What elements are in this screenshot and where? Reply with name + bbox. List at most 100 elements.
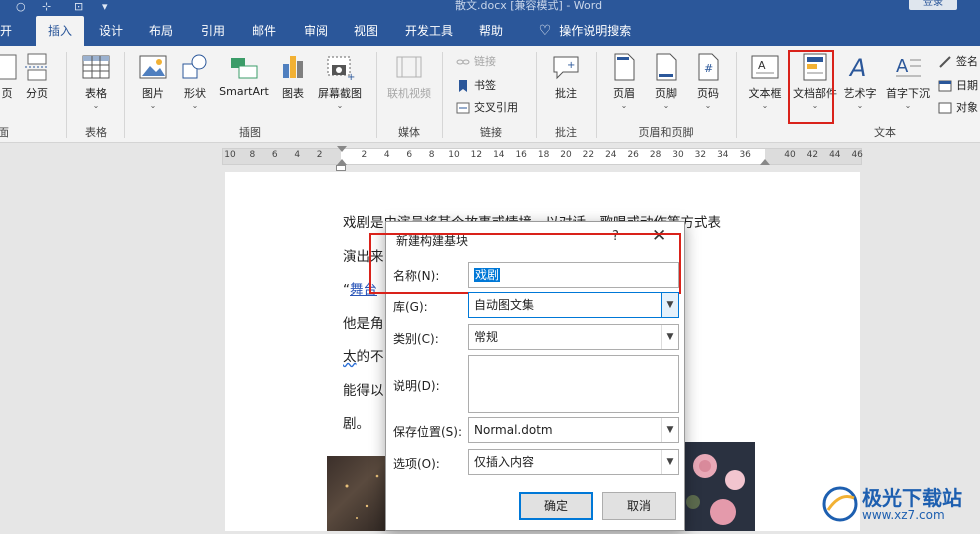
tell-me-label: 操作说明搜索 xyxy=(559,24,632,38)
document-text: “ xyxy=(343,282,350,298)
dropcap-button[interactable]: A 首字下沉 ⌄ xyxy=(882,52,934,111)
ruler-tick-label: 8 xyxy=(428,150,435,160)
object-button[interactable]: 对象 xyxy=(938,98,978,118)
page-number-button[interactable]: # 页码 ⌄ xyxy=(690,52,726,111)
chevron-down-icon[interactable]: ▼ xyxy=(661,325,678,349)
signature-line-button[interactable]: 签名 xyxy=(938,52,978,72)
signature-label: 签名 xyxy=(956,55,978,68)
ok-button[interactable]: 确定 xyxy=(519,492,593,520)
tab-design[interactable]: 设计 xyxy=(90,16,132,46)
title-bar: ○ ⊹ ⊡ ▾ 散文.docx [兼容模式] - Word 登录 xyxy=(0,0,980,16)
photo-left xyxy=(327,456,391,531)
ruler-tick-label: 10 xyxy=(224,150,236,160)
smartart-button[interactable]: SmartArt xyxy=(216,52,272,98)
svg-text:+: + xyxy=(347,72,355,82)
group-separator xyxy=(442,52,443,138)
login-button[interactable]: 登录 xyxy=(909,0,957,10)
category-select[interactable]: 常规 ▼ xyxy=(468,324,679,350)
bookmark-label: 书签 xyxy=(474,79,496,92)
chevron-down-icon: ⌄ xyxy=(336,101,344,110)
shapes-icon xyxy=(180,52,210,82)
left-indent-box[interactable] xyxy=(336,165,346,171)
ruler-tick-label: 44 xyxy=(829,150,841,160)
ruler-tick-label: 24 xyxy=(605,150,617,160)
ruler-tick-label: 12 xyxy=(470,150,483,160)
tab-help[interactable]: 帮助 xyxy=(470,16,512,46)
page-break-button[interactable]: 分页 xyxy=(22,52,52,101)
wordart-label: 艺术字 xyxy=(843,87,877,100)
object-icon xyxy=(938,101,952,114)
svg-text:A: A xyxy=(848,54,866,82)
tab-insert[interactable]: 插入 xyxy=(36,16,84,46)
ruler-tick-label: 34 xyxy=(717,150,729,160)
ruler-tick-label: 32 xyxy=(694,150,707,160)
group-pages-label: 面 xyxy=(0,126,9,139)
group-separator xyxy=(536,52,537,138)
chart-button[interactable]: 图表 xyxy=(276,52,310,101)
chevron-down-icon[interactable]: ▼ xyxy=(661,418,678,442)
textbox-button[interactable]: A 文本框 ⌄ xyxy=(744,52,786,111)
tab-developer[interactable]: 开发工具 xyxy=(398,16,460,46)
shapes-button[interactable]: 形状 ⌄ xyxy=(176,52,214,111)
save-in-label: 保存位置(S): xyxy=(393,425,463,439)
tab-mailings[interactable]: 邮件 xyxy=(243,16,285,46)
customize-toolbar-icon[interactable]: ▾ xyxy=(102,0,108,13)
name-field-highlight xyxy=(369,233,681,294)
calendar-icon xyxy=(938,79,952,92)
print-preview-icon[interactable]: ⊡ xyxy=(74,0,83,13)
watermark-logo-icon xyxy=(822,486,858,522)
page-button[interactable]: 页 xyxy=(0,52,20,101)
description-input[interactable] xyxy=(468,355,679,413)
tab-review[interactable]: 审阅 xyxy=(295,16,337,46)
tell-me-search[interactable]: ♡ 操作说明搜索 xyxy=(530,16,640,46)
tab-home[interactable]: 开始 xyxy=(0,16,22,68)
chevron-down-icon: ⌄ xyxy=(149,101,157,110)
cross-reference-button[interactable]: 交叉引用 xyxy=(456,98,518,118)
tab-layout[interactable]: 布局 xyxy=(140,16,182,46)
page-number-label: 页码 xyxy=(697,87,719,100)
footer-label: 页脚 xyxy=(655,87,677,100)
group-header-footer-label: 页眉和页脚 xyxy=(638,126,694,139)
comment-button[interactable]: + 批注 xyxy=(546,52,586,101)
chevron-down-icon[interactable]: ▼ xyxy=(661,293,678,317)
group-separator xyxy=(124,52,125,138)
touch-mode-icon[interactable]: ⊹ xyxy=(42,0,51,13)
bookmark-button[interactable]: 书签 xyxy=(456,76,496,96)
film-icon xyxy=(394,52,424,82)
horizontal-ruler[interactable]: 10 8 6 4 2 2 4 6 8 10 12 14 16 18 20 22 24 26 28 30 32 34 36 40… xyxy=(222,146,863,165)
description-label: 说明(D): xyxy=(393,379,440,393)
textbox-label: 文本框 xyxy=(748,87,782,100)
table-button[interactable]: 表格 ⌄ xyxy=(76,52,116,111)
page-label: 页 xyxy=(1,87,13,100)
ruler-tick-label: 8 xyxy=(249,150,256,160)
save-in-select[interactable]: Normal.dotm ▼ xyxy=(468,417,679,443)
gallery-select[interactable]: 自动图文集 ▼ xyxy=(468,292,679,318)
ruler-tick-label: 18 xyxy=(537,150,550,160)
options-select[interactable]: 仅插入内容 ▼ xyxy=(468,449,679,475)
ruler-tick-label: 30 xyxy=(672,150,684,160)
picture-button[interactable]: 图片 ⌄ xyxy=(134,52,172,111)
ruler-tick-label: 40 xyxy=(784,150,796,160)
first-line-indent-marker[interactable] xyxy=(337,146,347,152)
wordart-button[interactable]: A 艺术字 ⌄ xyxy=(840,52,880,111)
header-button[interactable]: 页眉 ⌄ xyxy=(606,52,642,111)
textbox-icon: A xyxy=(750,52,780,82)
cancel-button[interactable]: 取消 xyxy=(602,492,676,520)
screenshot-button[interactable]: + 屏幕截图 ⌄ xyxy=(314,52,366,111)
document-text: 剧。 xyxy=(343,416,370,432)
tab-view[interactable]: 视图 xyxy=(345,16,387,46)
footer-button[interactable]: 页脚 ⌄ xyxy=(648,52,684,111)
ruler-tick-label: 2 xyxy=(316,150,323,160)
screenshot-label: 屏幕截图 xyxy=(318,87,362,100)
chevron-down-icon[interactable]: ▼ xyxy=(661,450,678,474)
redo-icon[interactable]: ○ xyxy=(16,0,26,13)
header-icon xyxy=(609,52,639,82)
right-indent-marker[interactable] xyxy=(760,159,770,165)
date-time-button[interactable]: 日期 xyxy=(938,76,978,96)
link-button[interactable]: 链接 xyxy=(456,52,496,72)
online-video-button[interactable]: 联机视频 xyxy=(382,52,436,101)
quick-parts-highlight xyxy=(788,50,834,124)
watermark-url: www.xz7.com xyxy=(862,508,945,522)
chart-icon xyxy=(278,52,308,82)
tab-references[interactable]: 引用 xyxy=(192,16,234,46)
